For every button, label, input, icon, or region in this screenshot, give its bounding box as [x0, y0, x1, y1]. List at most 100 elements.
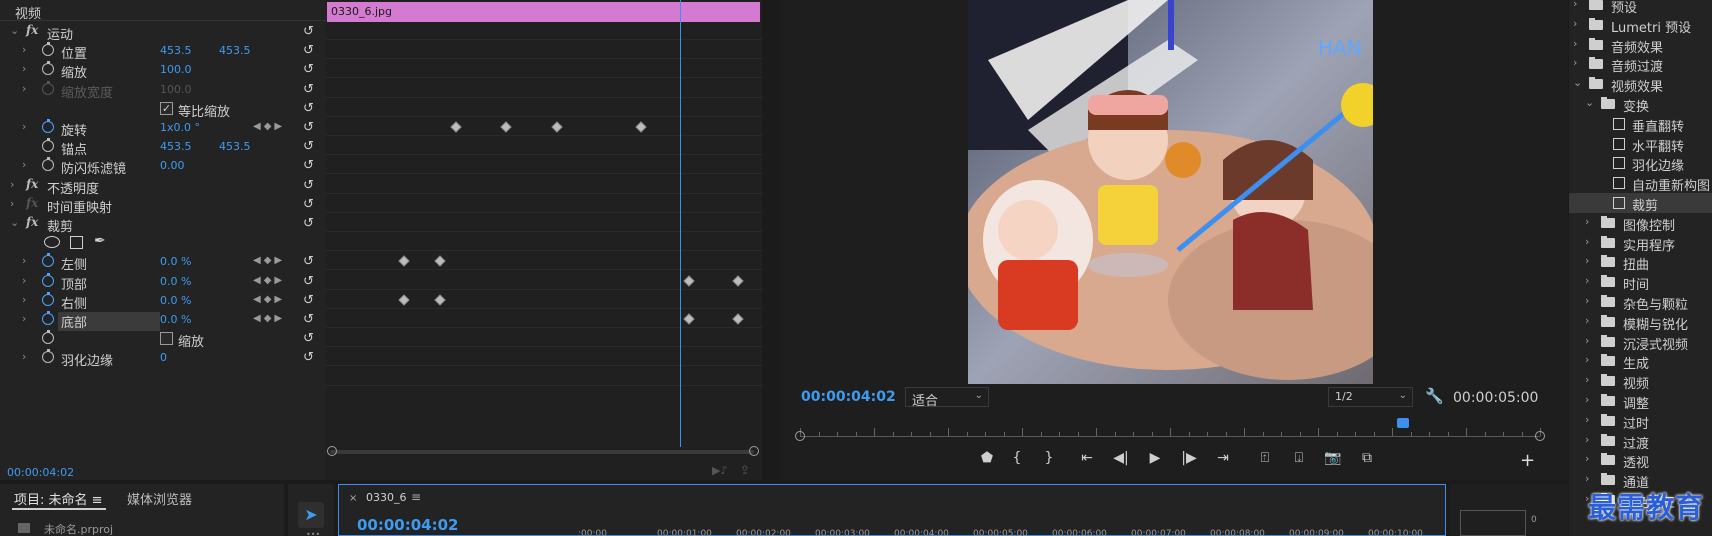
effects-tree-item[interactable]: › 扭曲: [1569, 252, 1712, 274]
effects-tree-label: 扭曲: [1623, 258, 1650, 274]
folder-icon: [1601, 433, 1615, 446]
folder-icon: [1601, 314, 1615, 327]
effect-preset-icon: [1613, 197, 1625, 209]
chevron-icon[interactable]: ›: [1573, 17, 1577, 30]
chevron-icon[interactable]: ›: [1585, 413, 1589, 426]
effects-tree-label: 沉浸式视频: [1623, 337, 1689, 353]
effects-tree-label: 视频: [1623, 377, 1650, 393]
chevron-icon[interactable]: ›: [1585, 235, 1589, 248]
effects-tree-item[interactable]: › 模糊与锐化: [1569, 312, 1712, 333]
chevron-icon[interactable]: ›: [1585, 254, 1589, 267]
chevron-icon[interactable]: ⌄: [1585, 96, 1594, 109]
sequence-tick-label: 00:00:02:00: [736, 529, 791, 536]
folder-icon: [1589, 17, 1603, 30]
effects-tree-label: Lumetri 预设: [1611, 20, 1692, 36]
effects-tree-item[interactable]: › 过时: [1569, 411, 1712, 432]
sequence-tick-label: 00:00:04:00: [894, 529, 949, 536]
sequence-tick-label: 00:00:01:00: [657, 529, 712, 536]
effects-tree-item[interactable]: ⌄ 变换: [1569, 94, 1712, 115]
effects-tree-label: 变换: [1623, 100, 1650, 115]
effects-tree-label: 音频效果: [1611, 40, 1664, 56]
chevron-icon[interactable]: ›: [1585, 353, 1589, 366]
sequence-tick-label: 00:00:10:00: [1368, 529, 1423, 536]
effects-tree-label: 视频效果: [1611, 80, 1664, 96]
folder-icon: [1601, 354, 1615, 367]
effects-tree-item[interactable]: › 生成: [1569, 351, 1712, 373]
effects-tree-item[interactable]: 羽化边缘: [1569, 153, 1712, 175]
effects-tree-label: 实用程序: [1623, 238, 1676, 254]
folder-icon: [1601, 235, 1615, 248]
effects-tree-item[interactable]: › 预设: [1569, 0, 1712, 16]
effects-tree-item[interactable]: › 杂色与颗粒: [1569, 292, 1712, 313]
effect-preset-icon: [1613, 157, 1625, 170]
sequence-time-ruler: :00:00 00:00:01:00 00:00:02:00 00:00:03:00 0…: [0, 0, 1568, 536]
effects-tree-label: 图像控制: [1623, 218, 1676, 234]
watermark-logo: 最需教育: [1588, 491, 1705, 524]
audio-meter-zero-label: 0: [1531, 515, 1537, 525]
effects-tree-label: 过渡: [1623, 436, 1650, 452]
folder-icon: [1601, 255, 1615, 268]
effects-tree-item[interactable]: 垂直翻转: [1569, 114, 1712, 135]
sequence-tick-label: 00:00:06:00: [1052, 529, 1107, 536]
effects-tree-label: 羽化边缘: [1632, 159, 1685, 175]
sequence-tick-label: 00:00:07:00: [1131, 529, 1186, 536]
effects-tree-item[interactable]: › 过渡: [1569, 431, 1712, 452]
effects-tree-item[interactable]: › 视频: [1569, 371, 1712, 393]
folder-icon: [1589, 37, 1603, 50]
effects-tree-label: 杂色与颗粒: [1623, 298, 1689, 313]
chevron-icon[interactable]: ›: [1585, 393, 1589, 406]
chevron-icon[interactable]: ›: [1585, 274, 1589, 287]
effects-browser: › 预设 › Lumetri 预设 › 音频效果 › 音频过渡 ⌄ 视频效果 ⌄ 变换 垂直翻转 水平翻转…: [1568, 0, 1712, 536]
folder-icon: [1601, 295, 1615, 307]
effects-tree-item[interactable]: › 调整: [1569, 391, 1712, 412]
effects-tree-item[interactable]: 水平翻转: [1569, 134, 1712, 155]
folder-icon: [1601, 413, 1615, 426]
effects-tree-item[interactable]: › 实用程序: [1569, 233, 1712, 254]
effects-tree-label: 裁剪: [1632, 199, 1659, 214]
folder-icon: [1601, 453, 1615, 466]
sequence-tick-label: 00:00:09:00: [1289, 529, 1344, 536]
chevron-icon[interactable]: ›: [1573, 56, 1577, 69]
chevron-icon[interactable]: ›: [1585, 373, 1589, 386]
chevron-icon[interactable]: ›: [1585, 294, 1589, 307]
chevron-icon[interactable]: ›: [1585, 433, 1589, 446]
effect-preset-icon: [1613, 177, 1625, 190]
sequence-tick-label: 00:00:08:00: [1210, 529, 1265, 536]
chevron-icon[interactable]: ›: [1585, 452, 1589, 465]
folder-icon: [1589, 57, 1603, 70]
effects-tree-label: 预设: [1611, 1, 1638, 16]
effects-tree-item[interactable]: › 时间: [1569, 272, 1712, 294]
effects-tree-item[interactable]: › 图像控制: [1569, 213, 1712, 234]
folder-icon: [1601, 334, 1615, 347]
effects-tree-item[interactable]: 裁剪: [1569, 193, 1712, 214]
folder-icon: [1601, 394, 1615, 406]
chevron-icon[interactable]: ›: [1573, 37, 1577, 50]
effects-tree-item[interactable]: › 透视: [1569, 450, 1712, 472]
effects-tree-label: 模糊与锐化: [1623, 317, 1689, 333]
folder-icon: [1601, 215, 1615, 228]
effects-tree-label: 水平翻转: [1632, 139, 1685, 155]
chevron-icon[interactable]: ⌄: [1573, 76, 1582, 89]
folder-icon: [1601, 374, 1615, 387]
audio-meter: [1460, 510, 1526, 536]
chevron-icon[interactable]: ›: [1585, 314, 1589, 327]
effects-tree-label: 自动重新构图: [1632, 179, 1711, 195]
effects-tree-label: 时间: [1623, 278, 1650, 294]
effects-tree-item[interactable]: › 沉浸式视频: [1569, 332, 1712, 353]
folder-icon: [1589, 77, 1603, 90]
effects-tree-label: 透视: [1623, 456, 1650, 472]
effects-tree-item[interactable]: › 音频效果: [1569, 35, 1712, 56]
chevron-icon[interactable]: ›: [1573, 0, 1577, 10]
chevron-icon[interactable]: ›: [1585, 334, 1589, 347]
effects-tree-label: 生成: [1623, 357, 1650, 373]
effects-tree-label: 垂直翻转: [1632, 119, 1685, 135]
chevron-icon[interactable]: ›: [1585, 215, 1589, 228]
effects-tree-item[interactable]: › 音频过渡: [1569, 54, 1712, 75]
sequence-tick-label: 00:00:05:00: [973, 529, 1028, 536]
effect-preset-icon: [1613, 137, 1625, 150]
effects-tree-item[interactable]: ⌄ 视频效果: [1569, 74, 1712, 96]
effects-tree-item[interactable]: › Lumetri 预设: [1569, 15, 1712, 36]
effects-tree-item[interactable]: 自动重新构图: [1569, 173, 1712, 195]
chevron-icon[interactable]: ›: [1585, 472, 1589, 485]
folder-icon: [1601, 473, 1615, 486]
